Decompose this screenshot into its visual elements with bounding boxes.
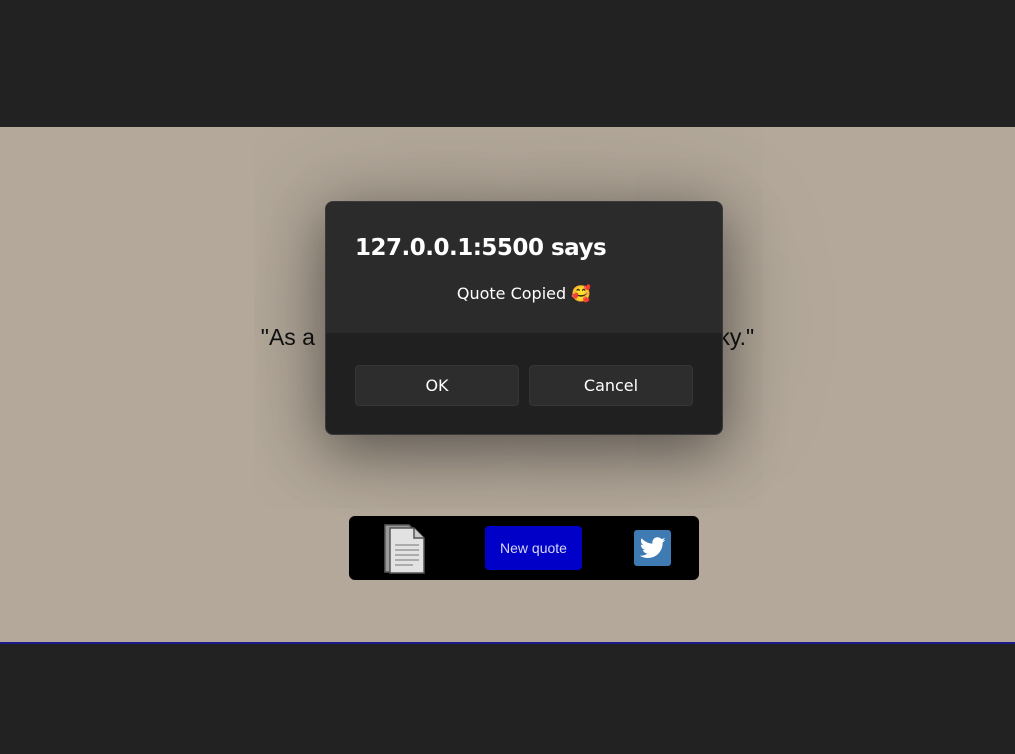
bottom-dark-band — [0, 644, 1015, 754]
dialog-title: 127.0.0.1:5500 says — [355, 235, 607, 261]
dialog-message: Quote Copied 🥰 — [456, 284, 592, 303]
quote-actions-toolbar: New quote — [349, 516, 699, 580]
new-quote-button[interactable]: New quote — [485, 526, 582, 570]
ok-button[interactable]: OK — [355, 365, 519, 406]
dialog-header-area — [326, 202, 722, 333]
alert-dialog: 127.0.0.1:5500 says Quote Copied 🥰 OK Ca… — [325, 201, 723, 435]
tweet-quote-button[interactable] — [634, 530, 671, 566]
copy-quote-button[interactable] — [383, 522, 427, 574]
quote-text-left: "As a — [260, 324, 315, 350]
cancel-button[interactable]: Cancel — [529, 365, 693, 406]
twitter-bird-icon — [639, 537, 666, 558]
document-copy-icon — [384, 524, 425, 574]
top-dark-band — [0, 0, 1015, 127]
